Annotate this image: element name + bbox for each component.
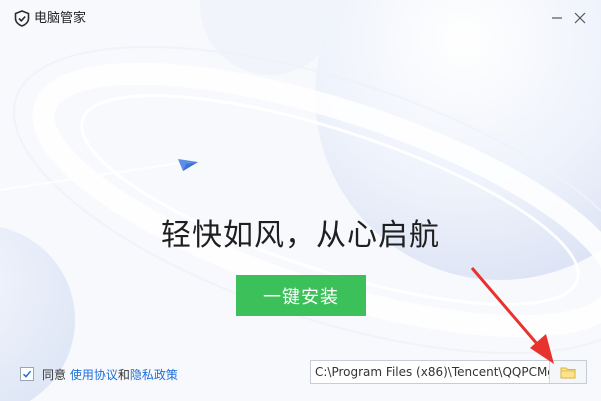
- slogan-heading: 轻快如风，从心启航: [161, 218, 440, 253]
- checkmark-icon: [22, 370, 32, 378]
- agree-and: 和: [117, 367, 130, 382]
- privacy-link[interactable]: 隐私政策: [130, 366, 178, 383]
- folder-icon: [560, 367, 576, 378]
- agree-checkbox[interactable]: [20, 367, 34, 381]
- installer-window: 电脑管家 轻快如风，从心启航 一键安装 同意 使用协议 和 隐私政策: [0, 0, 601, 401]
- app-title: 电脑管家: [34, 11, 87, 26]
- terms-link[interactable]: 使用协议: [70, 366, 118, 383]
- close-icon[interactable]: [573, 11, 587, 25]
- title-bar: 电脑管家: [0, 0, 601, 36]
- minimize-icon[interactable]: [550, 11, 564, 25]
- paper-plane-icon: [178, 159, 198, 171]
- agree-prefix: 同意: [42, 367, 70, 382]
- agreement-row: 同意 使用协议 和 隐私政策: [20, 366, 178, 382]
- shield-icon: [14, 10, 30, 27]
- install-button[interactable]: 一键安装: [236, 275, 366, 316]
- red-arrow-icon: [470, 267, 554, 364]
